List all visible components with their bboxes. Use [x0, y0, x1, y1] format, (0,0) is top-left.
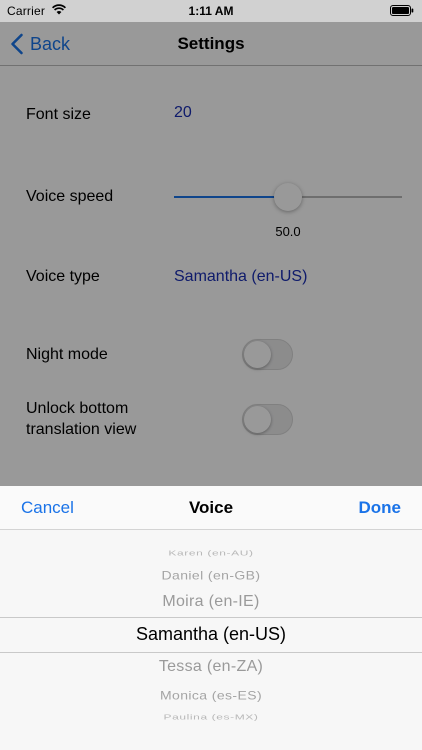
picker-item[interactable]: Tessa (en-ZA): [0, 658, 422, 676]
picker-item-selected[interactable]: Samantha (en-US): [0, 624, 422, 645]
selection-line-top: [0, 617, 422, 618]
dim-overlay[interactable]: [0, 22, 422, 486]
picker-item[interactable]: Karen (en-AU): [0, 549, 422, 557]
picker-toolbar: Cancel Voice Done: [0, 486, 422, 530]
voice-picker-wheel[interactable]: Karen (en-AU) Daniel (en-GB) Moira (en-I…: [0, 530, 422, 750]
done-button[interactable]: Done: [359, 498, 402, 518]
voice-picker-sheet: Cancel Voice Done Karen (en-AU) Daniel (…: [0, 486, 422, 750]
picker-item[interactable]: Daniel (en-GB): [0, 568, 422, 582]
picker-item[interactable]: Monica (es-ES): [0, 688, 422, 702]
status-bar-dim: [0, 0, 422, 22]
selection-line-bottom: [0, 652, 422, 653]
settings-screen: Carrier 1:11 AM Back Settings Font size …: [0, 0, 422, 750]
picker-item[interactable]: Moira (en-IE): [0, 593, 422, 611]
picker-item[interactable]: Paulina (es-MX): [0, 713, 422, 721]
